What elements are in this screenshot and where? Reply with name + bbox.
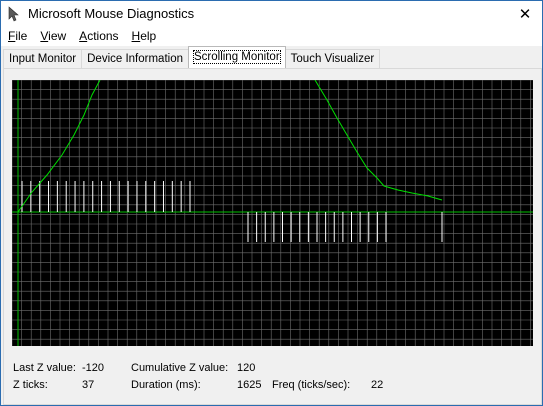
title-bar[interactable]: Microsoft Mouse Diagnostics ✕ <box>1 1 542 27</box>
last-z-value: -120 <box>82 362 105 374</box>
duration-label: Duration (ms): <box>131 379 201 391</box>
menu-view[interactable]: View <box>33 27 72 46</box>
tab-scrolling-monitor[interactable]: Scrolling Monitor <box>188 46 286 68</box>
window-title: Microsoft Mouse Diagnostics <box>28 6 195 21</box>
z-ticks-label: Z ticks: <box>13 379 48 391</box>
scroll-plot <box>12 80 533 346</box>
freq-label: Freq (ticks/sec): <box>272 379 351 391</box>
menu-file[interactable]: File <box>1 27 33 46</box>
duration-value: 1625 <box>237 379 262 391</box>
tab-touch-visualizer[interactable]: Touch Visualizer <box>284 49 381 68</box>
tab-input-monitor[interactable]: Input Monitor <box>3 49 83 68</box>
freq-value: 22 <box>371 379 384 391</box>
cumulative-trace-down <box>314 80 443 201</box>
tab-strip: Input Monitor Device Information Scrolli… <box>3 46 381 68</box>
close-icon: ✕ <box>518 5 532 23</box>
menu-bar: File View Actions Help <box>1 27 542 46</box>
menu-help[interactable]: Help <box>125 27 163 46</box>
last-z-label: Last Z value: <box>13 362 76 374</box>
close-button[interactable]: ✕ <box>508 1 542 27</box>
app-window: Microsoft Mouse Diagnostics ✕ File View … <box>0 0 543 406</box>
tab-device-information[interactable]: Device Information <box>81 49 189 68</box>
cumulative-z-value: 120 <box>237 362 256 374</box>
cumulative-z-label: Cumulative Z value: <box>131 362 229 374</box>
menu-actions[interactable]: Actions <box>72 27 124 46</box>
cumulative-trace-up <box>17 80 101 213</box>
mouse-pointer-icon <box>8 6 19 22</box>
z-ticks-value: 37 <box>82 379 95 391</box>
